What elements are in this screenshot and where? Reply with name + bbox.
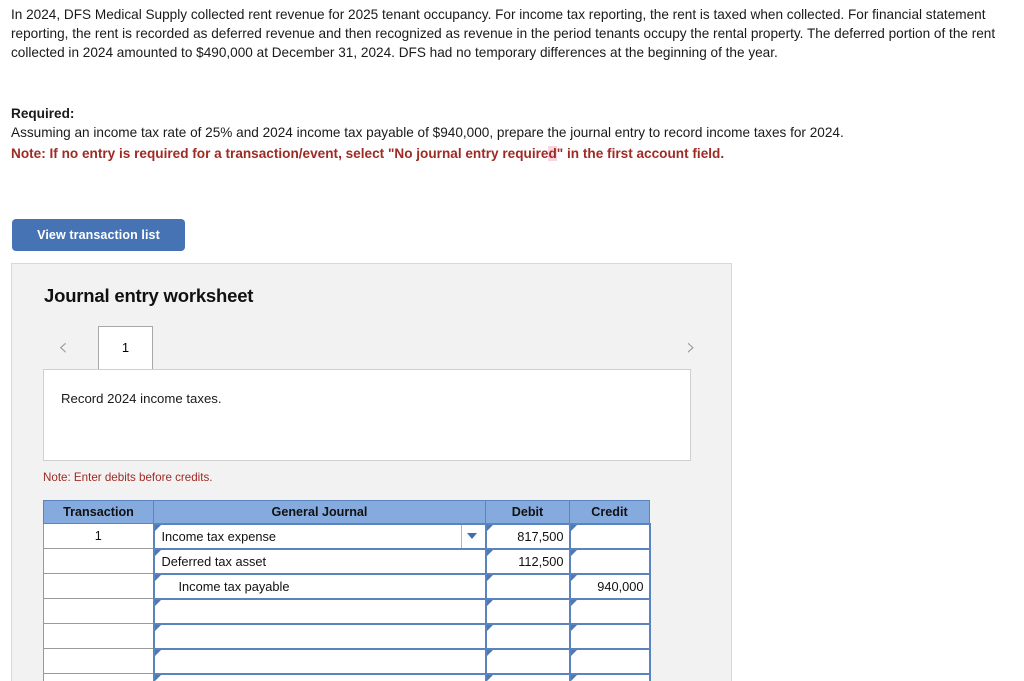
transaction-number-cell [43,598,154,624]
transaction-number-cell: 1 [43,523,154,549]
no-entry-note: Note: If no entry is required for a tran… [11,144,1019,163]
journal-table-row: Deferred tax asset 112,500 [43,547,651,575]
debit-amount-cell[interactable] [484,572,571,600]
credit-amount-cell[interactable] [568,647,651,675]
account-name-cell[interactable]: Income tax expense [152,522,487,550]
account-name-text [155,650,485,673]
entry-description-box: Record 2024 income taxes. [43,369,691,461]
no-entry-note-part1: Note: If no entry is required for a tran… [11,145,549,161]
entry-description-text: Record 2024 income taxes. [61,391,222,406]
chevron-left-icon[interactable]: ‹ [51,334,75,360]
journal-table-row: 1 Income tax expense 817,500 [43,522,651,550]
debits-before-credits-note: Note: Enter debits before credits. [43,471,213,484]
header-transaction: Transaction [43,500,154,524]
account-name-text [155,675,485,681]
chevron-right-icon[interactable]: › [679,334,703,360]
no-entry-note-highlight: d [548,145,557,161]
debit-amount-text: 817,500 [517,528,564,544]
transaction-number-cell [43,573,154,599]
journal-table-body: 1 Income tax expense 817,500 Deferred tax a… [43,522,651,681]
required-block: Required: Assuming an income tax rate of… [11,104,1019,163]
debit-amount-text [487,675,569,681]
credit-amount-cell[interactable] [568,672,651,681]
credit-amount-text [571,625,649,648]
journal-table-header-row: Transaction General Journal Debit Credit [43,500,650,524]
debit-amount-text [487,600,569,623]
debit-amount-text [487,625,569,648]
account-name-text: Income tax payable [178,578,290,594]
journal-table-row [43,672,651,681]
required-text: Assuming an income tax rate of 25% and 2… [11,125,844,141]
account-dropdown-button[interactable] [460,524,483,548]
tab-entry-1[interactable]: 1 [98,326,153,370]
account-name-cell[interactable]: Deferred tax asset [152,547,487,575]
credit-amount-cell[interactable] [568,597,651,625]
credit-amount-cell[interactable] [568,547,651,575]
account-name-text [155,600,485,623]
header-general-journal: General Journal [153,500,486,524]
journal-table-row [43,622,651,650]
transaction-number-cell [43,648,154,674]
account-name-text [155,625,485,648]
account-name-cell[interactable] [152,622,487,650]
header-debit: Debit [485,500,570,524]
no-entry-note-part2: " in the first account field. [556,145,725,161]
worksheet-title: Journal entry worksheet [44,285,254,306]
credit-amount-text [571,600,649,623]
required-label: Required: [11,106,75,121]
journal-table-row: Income tax payable 940,000 [43,572,651,600]
header-credit: Credit [569,500,650,524]
debit-amount-text: 112,500 [518,553,564,569]
account-name-cell[interactable] [152,647,487,675]
credit-amount-cell[interactable]: 940,000 [568,572,651,600]
debit-amount-cell[interactable]: 817,500 [484,522,571,550]
account-name-text: Deferred tax asset [161,553,267,569]
debit-amount-cell[interactable] [484,622,571,650]
chevron-down-icon [467,533,477,539]
transaction-number-cell [43,673,154,681]
journal-table-row [43,647,651,675]
journal-table-head: Transaction General Journal Debit Credit [43,500,650,524]
credit-amount-text [571,650,649,673]
journal-entry-table: Transaction General Journal Debit Credit… [43,500,651,681]
debit-amount-cell[interactable] [484,597,571,625]
page-root: In 2024, DFS Medical Supply collected re… [0,0,1024,681]
debit-amount-cell[interactable] [484,672,571,681]
credit-amount-text [571,550,649,573]
account-name-text: Income tax expense [161,528,277,544]
debit-amount-text [487,575,569,598]
journal-table-row [43,597,651,625]
credit-amount-cell[interactable] [568,522,651,550]
account-name-cell[interactable]: Income tax payable [152,572,487,600]
debit-amount-cell[interactable]: 112,500 [484,547,571,575]
credit-amount-cell[interactable] [568,622,651,650]
journal-entry-worksheet-panel: Journal entry worksheet ‹ › 1 Record 202… [11,263,732,681]
account-name-cell[interactable] [152,672,487,681]
transaction-number-cell [43,623,154,649]
debit-amount-cell[interactable] [484,647,571,675]
account-name-cell[interactable] [152,597,487,625]
view-transaction-list-button[interactable]: View transaction list [12,219,185,251]
worksheet-tabstrip: ‹ › 1 [12,326,733,370]
debit-amount-text [487,650,569,673]
credit-amount-text [571,525,649,548]
transaction-number-cell [43,548,154,574]
credit-amount-text [571,675,649,681]
credit-amount-text: 940,000 [597,578,644,594]
problem-statement: In 2024, DFS Medical Supply collected re… [11,7,996,61]
